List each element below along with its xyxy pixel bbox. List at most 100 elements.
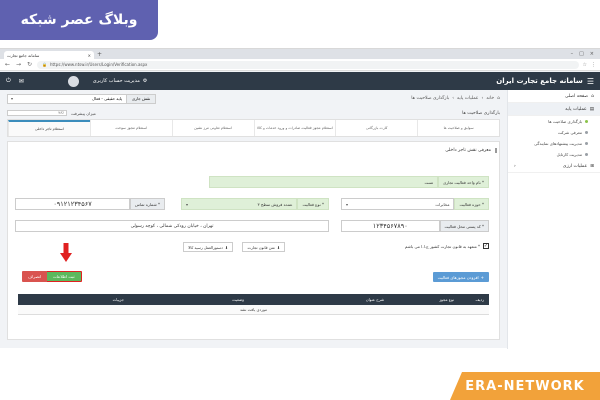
top-row: ⌂ خانه › عملیات پایه › بازگذاری صلاحیت ه… bbox=[4, 90, 503, 107]
url-input[interactable]: 🔒 https://www.ntsw.ir/Users/Login/Verifi… bbox=[37, 60, 579, 69]
breadcrumb-separator: › bbox=[481, 96, 484, 101]
new-tab-icon[interactable]: + bbox=[97, 51, 102, 59]
commitment-checkbox-row: ✓ * متعهد به قانون تجارت کشور ج.ا.ا می ب… bbox=[405, 243, 489, 249]
sidebar-subitem-company[interactable]: معرفی شرکت bbox=[508, 127, 600, 138]
progress-indicator: میزان پیشرفت ۲۶٪ bbox=[7, 110, 96, 116]
commitment-checkbox[interactable]: ✓ bbox=[483, 243, 489, 249]
header-icons: ⏻ ✉ bbox=[6, 77, 24, 85]
app-header: ⏻ ✉ مدیریت حساب کاربری ⚙ سامانه جامع تجا… bbox=[0, 72, 600, 90]
download-icon: ⬇ bbox=[224, 244, 228, 250]
business-name-input[interactable]: تست bbox=[209, 176, 439, 188]
activity-area-select[interactable]: مخابرات ▾ bbox=[341, 198, 455, 210]
hamburger-menu-icon[interactable]: ☰ bbox=[587, 77, 594, 86]
activity-type-field: * نوع فعالیت عمده فروش سطح ۳ ▾ bbox=[181, 198, 329, 210]
browser-menu-icon[interactable]: ⋮ bbox=[591, 62, 596, 68]
sidebar: ⌂ صفحه اصلی ▤ عملیات پایه بازگذاری صلاحی… bbox=[507, 90, 600, 349]
sidebar-item-currency[interactable]: ⊞ عملیات ارزی ‹ bbox=[508, 160, 600, 173]
sidebar-subitem-representation[interactable]: مدیریت پیشنهادهای نمایندگی bbox=[508, 138, 600, 149]
blog-title-badge: وبلاگ عصر شبکه bbox=[0, 0, 158, 40]
forward-icon[interactable]: → bbox=[15, 61, 22, 68]
currency-icon: ⊞ bbox=[590, 163, 594, 169]
step-domestic-trader[interactable]: استعلام تاجر داخلی bbox=[8, 120, 90, 136]
chevron-left-icon: ‹ bbox=[514, 163, 516, 169]
address-input[interactable]: تهران ، خیابان رودکی شمالی ، کوچه رسولی bbox=[15, 220, 329, 232]
back-icon[interactable]: ← bbox=[4, 61, 11, 68]
sidebar-subitem-cartable[interactable]: مدیریت کارتابل bbox=[508, 149, 600, 160]
sub-header: بارگذاری صلاحیت ها میزان پیشرفت ۲۶٪ bbox=[4, 107, 503, 119]
step-commerce-card[interactable]: کارت بازرگانی bbox=[335, 120, 417, 136]
phone-field: * شماره تماس ۰۹۱۲۱۲۳۴۵۶۷ bbox=[15, 198, 165, 210]
wizard-steps: سوابق و صلاحیت ها کارت بازرگانی استعلام … bbox=[7, 119, 500, 137]
column-header: جزییات bbox=[112, 297, 124, 302]
logout-icon[interactable]: ⏻ bbox=[6, 77, 11, 85]
browser-window: سامانه جامع تجارت × + – □ × ← → ↻ 🔒 http… bbox=[0, 48, 600, 349]
sidebar-item-label: صفحه اصلی bbox=[564, 93, 589, 99]
breadcrumb-home[interactable]: خانه bbox=[486, 96, 494, 101]
cancel-button[interactable]: انصراف bbox=[22, 271, 48, 282]
receipt-guide-button[interactable]: ⬇ دستورالعمل رسید کالا bbox=[183, 242, 233, 252]
progress-label: میزان پیشرفت bbox=[71, 110, 96, 116]
red-arrow-icon bbox=[60, 243, 72, 262]
tab-close-icon[interactable]: × bbox=[88, 53, 91, 58]
logo-text: سامانه جامع تجارت ایران bbox=[496, 77, 583, 85]
breadcrumb-level2: بازگذاری صلاحیت ها bbox=[411, 96, 450, 101]
account-label: مدیریت حساب کاربری bbox=[92, 78, 140, 84]
screenshot-root: وبلاگ عصر شبکه سامانه جامع تجارت × + – □… bbox=[0, 0, 600, 400]
business-name-field: * نام واحد فعالیت تجاری تست bbox=[209, 176, 489, 188]
activity-type-label: * نوع فعالیت bbox=[297, 198, 329, 210]
add-license-button[interactable]: + افزودن مجوزهای فعالیت bbox=[432, 272, 489, 282]
postal-code-input[interactable]: ۱۲۳۴۵۶۷۸۹۰ bbox=[341, 220, 440, 232]
lock-icon: 🔒 bbox=[42, 62, 47, 67]
sidebar-item-home[interactable]: ⌂ صفحه اصلی bbox=[508, 90, 600, 103]
gear-icon: ⚙ bbox=[142, 78, 148, 84]
sidebar-item-base-operations[interactable]: ▤ عملیات پایه bbox=[508, 103, 600, 116]
column-header: نوع مجوز bbox=[439, 297, 454, 302]
licenses-table: ردیف نوع مجوز شرح عنوان وضعیت جزییات مور… bbox=[18, 294, 489, 320]
trade-law-button[interactable]: ⬇ متن قانون تجارت bbox=[242, 242, 285, 252]
reload-icon[interactable]: ↻ bbox=[26, 61, 33, 68]
plus-icon: + bbox=[480, 274, 484, 280]
home-icon[interactable]: ⌂ bbox=[497, 96, 500, 101]
bullet-icon bbox=[585, 120, 588, 123]
empty-message: موردی یافت نشد bbox=[239, 307, 268, 312]
phone-input[interactable]: ۰۹۱۲۱۲۳۴۵۶۷ bbox=[15, 198, 131, 210]
current-role-select[interactable]: نقش جاری پایه حقیقی - فعال ▾ bbox=[7, 93, 157, 104]
user-account[interactable] bbox=[67, 75, 79, 87]
chevron-down-icon: ▾ bbox=[11, 96, 14, 101]
tab-strip: سامانه جامع تجارت × + – □ × bbox=[0, 49, 600, 59]
role-label: نقش جاری bbox=[126, 94, 156, 103]
sidebar-subitem-qualifications[interactable]: بازگذاری صلاحیت ها bbox=[508, 116, 600, 127]
maximize-icon[interactable]: □ bbox=[579, 49, 584, 59]
minimize-icon[interactable]: – bbox=[571, 49, 574, 59]
progress-value: ۲۶٪ bbox=[58, 111, 64, 115]
browser-tab[interactable]: سامانه جامع تجارت × bbox=[4, 51, 94, 59]
page-title: بارگذاری صلاحیت ها bbox=[462, 110, 500, 116]
breadcrumb-separator: › bbox=[452, 96, 455, 101]
account-settings[interactable]: مدیریت حساب کاربری ⚙ bbox=[93, 78, 148, 84]
breadcrumb-level1[interactable]: عملیات پایه bbox=[457, 96, 478, 101]
step-border-coop[interactable]: استعلام تعاونی مرز نشین bbox=[171, 120, 254, 136]
card-title: معرفی نقش تاجر داخلی bbox=[445, 148, 497, 153]
commitment-text: * متعهد به قانون تجارت کشور ج.ا.ا می باش… bbox=[404, 243, 480, 249]
avatar bbox=[67, 75, 79, 87]
tab-title: سامانه جامع تجارت bbox=[7, 52, 40, 58]
trade-law-label: متن قانون تجارت bbox=[247, 244, 275, 250]
star-icon[interactable]: ☆ bbox=[583, 62, 587, 68]
sidebar-subitem-label: بازگذاری صلاحیت ها bbox=[548, 119, 582, 124]
main-content: ⌂ خانه › عملیات پایه › بازگذاری صلاحیت ه… bbox=[4, 90, 503, 349]
step-records[interactable]: سوابق و صلاحیت ها bbox=[417, 120, 499, 136]
url-text: https://www.ntsw.ir/Users/Login/Verifica… bbox=[49, 62, 148, 67]
window-controls: – □ × bbox=[571, 49, 600, 59]
activity-type-select[interactable]: عمده فروش سطح ۳ ▾ bbox=[181, 198, 298, 210]
submit-button[interactable]: ثبت اطلاعات bbox=[46, 271, 82, 282]
role-value: پایه حقیقی - فعال bbox=[92, 96, 123, 101]
add-license-label: افزودن مجوزهای فعالیت bbox=[437, 274, 479, 280]
mail-icon[interactable]: ✉ bbox=[19, 78, 24, 85]
home-icon: ⌂ bbox=[591, 93, 594, 99]
activity-area-value: مخابرات bbox=[435, 201, 450, 207]
table-empty-row: موردی یافت نشد bbox=[18, 305, 489, 315]
close-window-icon[interactable]: × bbox=[590, 49, 594, 59]
sidebar-item-label: عملیات پایه bbox=[565, 106, 587, 112]
step-fuel-license[interactable]: استعلام مجوز سوخت bbox=[89, 120, 172, 136]
step-export-license[interactable]: استعلام مجوز فعالیت صادرات و ورود خدمات … bbox=[253, 120, 336, 136]
